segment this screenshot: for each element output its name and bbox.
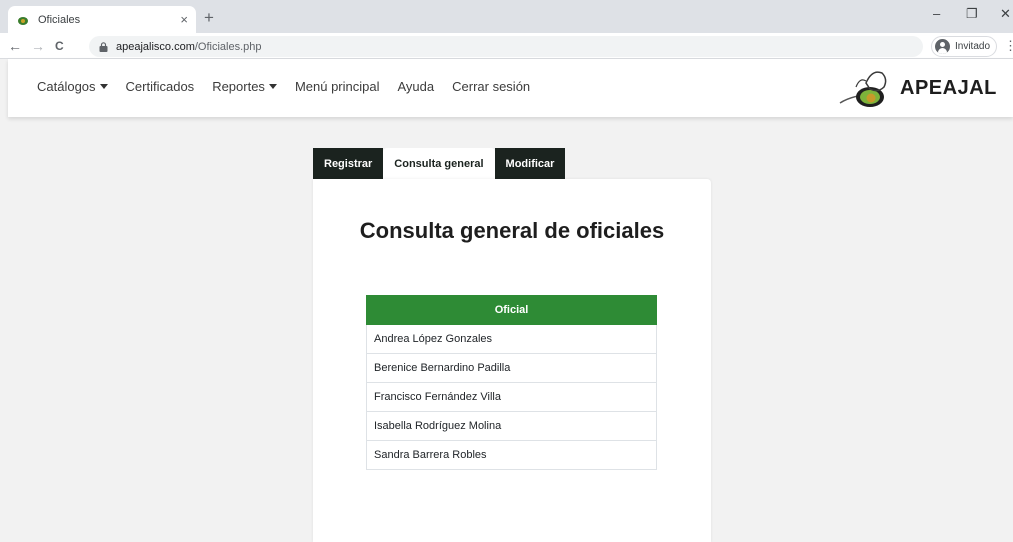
table-row[interactable]: Isabella Rodríguez Molina [366,411,657,441]
tab-title: Oficiales [38,13,81,26]
tab-close-icon[interactable]: × [180,12,188,27]
table-header-row: Oficial [366,295,657,325]
reload-icon[interactable]: C [55,39,64,53]
table-row[interactable]: Berenice Bernardino Padilla [366,353,657,383]
nav-item-label: Ayuda [397,79,435,94]
nav-item-1[interactable]: Certificados [126,79,195,94]
nav-item-3[interactable]: Menú principal [295,79,380,94]
caret-down-icon [99,84,108,89]
address-bar[interactable]: apeajalisco.com/Oficiales.php [89,36,923,57]
nav-item-label: Menú principal [294,79,380,94]
forward-arrow-icon[interactable]: → [31,38,45,54]
back-arrow-icon[interactable]: ← [8,38,22,54]
tab-registrar[interactable]: Registrar [313,148,384,179]
nav-item-label: Cerrar sesión [452,79,531,94]
column-header-oficial: Oficial [366,295,657,325]
url-path: /Oficiales.php [194,40,262,53]
logo-text: APEAJAL [900,77,997,99]
oficial-name-cell: Isabella Rodríguez Molina [366,411,657,441]
new-tab-button[interactable]: + [204,8,214,28]
site-navbar: Catálogos Certificados Reportes Menú princi… [8,59,1013,117]
nav-item-4[interactable]: Ayuda [397,79,434,94]
profile-button[interactable]: Invitado [931,36,998,57]
window-close-button[interactable]: ✕ [1000,6,1011,22]
panel-tabs: Registrar Consulta general Modificar [313,148,566,179]
oficial-name-cell: Andrea López Gonzales [366,324,657,354]
oficiales-table: Oficial Andrea López Gonzales Berenice Be… [366,295,657,470]
avocado-logo-icon [839,71,887,107]
restore-button[interactable]: ❐ [966,6,978,22]
browser-tabstrip: Oficiales × + – ❐ ✕ [0,0,1013,33]
tab-consulta-general[interactable]: Consulta general [383,148,495,179]
browser-menu-icon[interactable]: ⋮ [1004,38,1013,54]
nav-item-2[interactable]: Reportes [212,79,277,94]
minimize-button[interactable]: – [933,6,940,21]
oficial-name-cell: Francisco Fernández Villa [366,382,657,412]
browser-toolbar: ← → C apeajalisco.com/Oficiales.php Invi… [0,33,1013,59]
nav-item-0[interactable]: Catálogos [37,79,108,94]
profile-label: Invitado [955,41,991,52]
nav-item-label: Catálogos [37,79,96,94]
table-row[interactable]: Francisco Fernández Villa [366,382,657,412]
avatar-icon [935,39,950,54]
oficial-name-cell: Sandra Barrera Robles [366,440,657,470]
lock-icon [99,41,108,52]
main-menu: Catálogos Certificados Reportes Menú princi… [37,79,548,94]
content-card: Consulta general de oficiales Oficial An… [313,179,711,542]
nav-item-5[interactable]: Cerrar sesión [452,79,530,94]
apeajal-logo[interactable]: APEAJAL [836,65,996,111]
browser-tab[interactable]: Oficiales × [8,6,196,33]
caret-down-icon [268,84,277,89]
nav-item-label: Certificados [125,79,195,94]
url-host: apeajalisco.com [116,40,195,53]
page-title: Consulta general de oficiales [359,218,665,243]
table-row[interactable]: Andrea López Gonzales [366,324,657,354]
nav-item-label: Reportes [212,79,265,94]
tab-modificar[interactable]: Modificar [494,148,566,179]
oficial-name-cell: Berenice Bernardino Padilla [366,353,657,383]
table-row[interactable]: Sandra Barrera Robles [366,440,657,470]
site-favicon-icon [16,13,30,27]
